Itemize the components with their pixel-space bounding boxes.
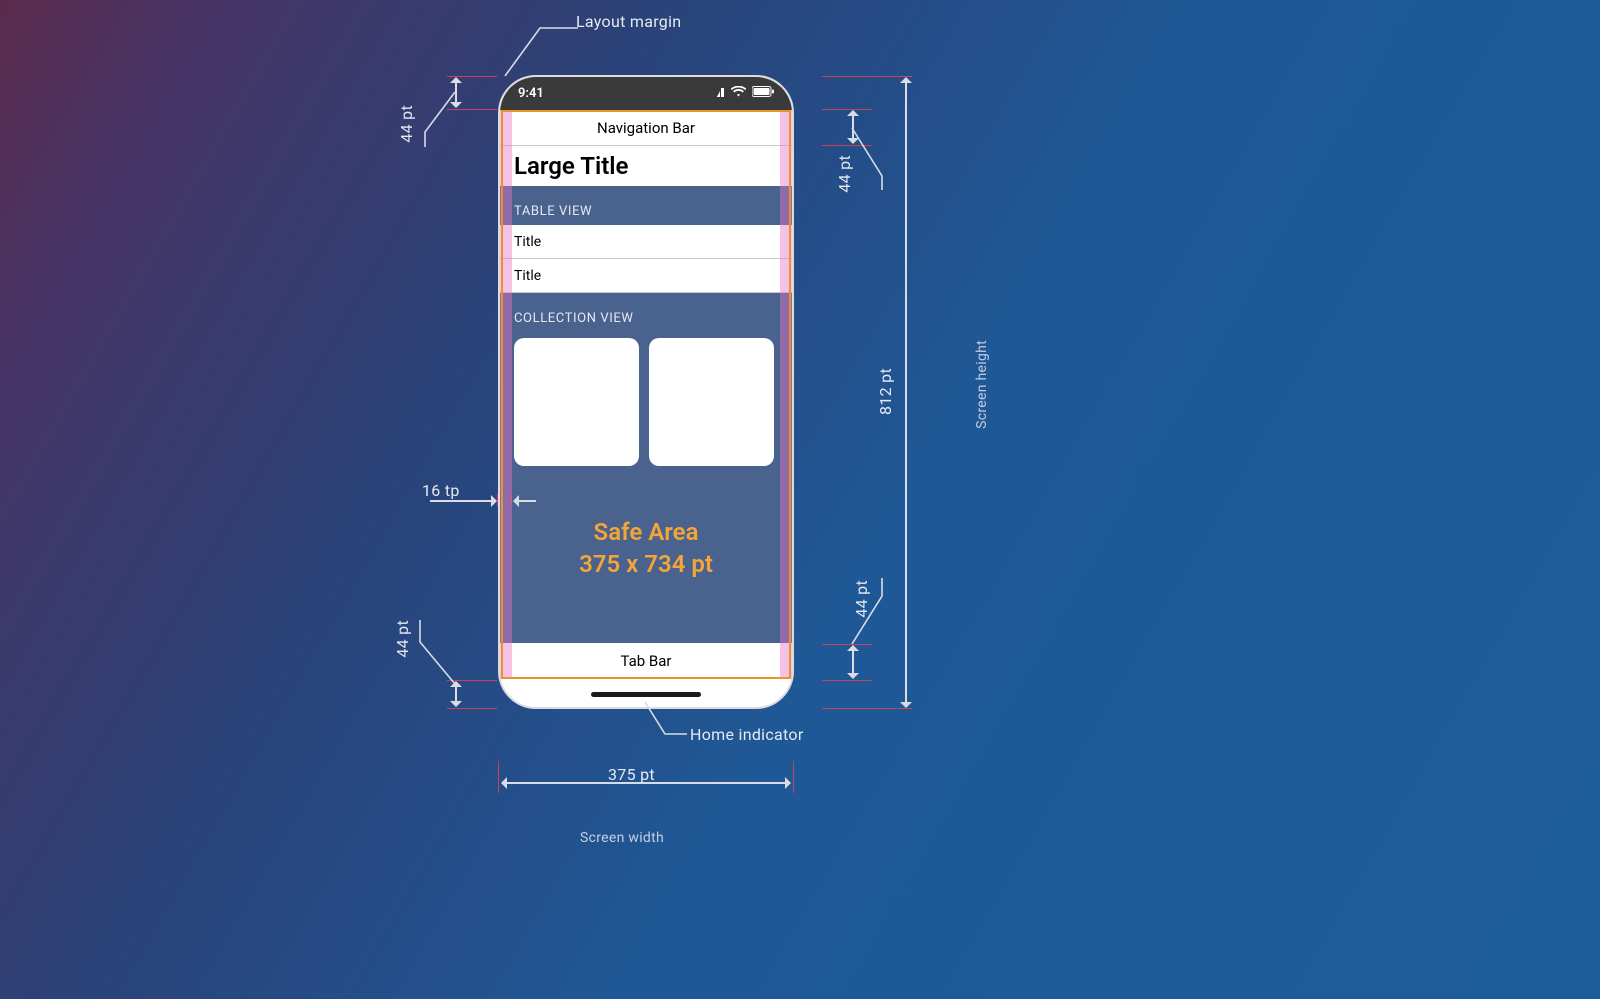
dim-home-leader	[406, 620, 458, 686]
table-cell: Title	[500, 259, 792, 293]
phone-notch	[571, 77, 721, 103]
label-screen-width: Screen width	[580, 830, 664, 846]
navigation-bar: Navigation Bar	[500, 110, 792, 146]
dim-status-left-leader	[413, 92, 458, 150]
tick-home-right-bot	[822, 708, 912, 709]
tick-home-left-bot	[447, 708, 497, 709]
tick-nav-right-bot	[822, 145, 872, 146]
collection-view	[500, 332, 792, 472]
dim-screen-height: 812 pt	[876, 368, 895, 415]
dim-tab: 44 pt	[852, 580, 871, 618]
dim-nav-arrow	[852, 111, 854, 143]
label-screen-height: Screen height	[974, 340, 990, 429]
collection-item	[514, 338, 639, 466]
dim-home-arrow	[455, 682, 457, 706]
large-title: Large Title	[500, 146, 792, 186]
wifi-icon	[731, 86, 746, 101]
layout-margin-right	[780, 110, 792, 679]
tick-status-left-bot	[447, 109, 497, 110]
safe-area-line1: Safe Area	[500, 516, 792, 548]
dim-status-left-arrow	[455, 78, 457, 107]
collection-item	[649, 338, 774, 466]
table-cell: Title	[500, 225, 792, 259]
dim-screen-height-arrow	[905, 78, 907, 707]
dim-home: 44 pt	[393, 620, 412, 658]
safe-area-line2: 375 x 734 pt	[500, 548, 792, 580]
tick-status-right-top	[822, 76, 912, 77]
dim-margin-arrow-out	[514, 500, 536, 502]
dim-tab-arrow	[852, 646, 854, 678]
tab-bar: Tab Bar	[500, 643, 792, 679]
battery-icon	[752, 86, 774, 101]
table-view-header: TABLE VIEW	[500, 186, 792, 225]
dim-screen-width: 375 pt	[608, 765, 655, 784]
safe-area-label: Safe Area 375 x 734 pt	[500, 516, 792, 581]
phone-frame: 9:41 Navigation Bar Large Title TABLE VI…	[498, 75, 794, 709]
tick-tab-right-bot	[822, 680, 872, 681]
layout-margin-left	[500, 110, 512, 679]
tick-width-right	[793, 761, 794, 793]
label-home-indicator: Home indicator	[690, 725, 804, 744]
collection-view-header: COLLECTION VIEW	[500, 293, 792, 332]
dim-status-left: 44 pt	[397, 105, 416, 143]
tick-width-left	[498, 761, 499, 793]
phone-content: Navigation Bar Large Title TABLE VIEW Ti…	[500, 110, 792, 679]
dim-margin-tick-a	[497, 494, 498, 506]
dim-margin-arrow-in	[430, 500, 496, 502]
status-time: 9:41	[518, 86, 544, 101]
dim-nav: 44 pt	[835, 155, 854, 193]
label-layout-margin: Layout margin	[576, 12, 681, 31]
home-indicator-bar	[591, 692, 701, 697]
